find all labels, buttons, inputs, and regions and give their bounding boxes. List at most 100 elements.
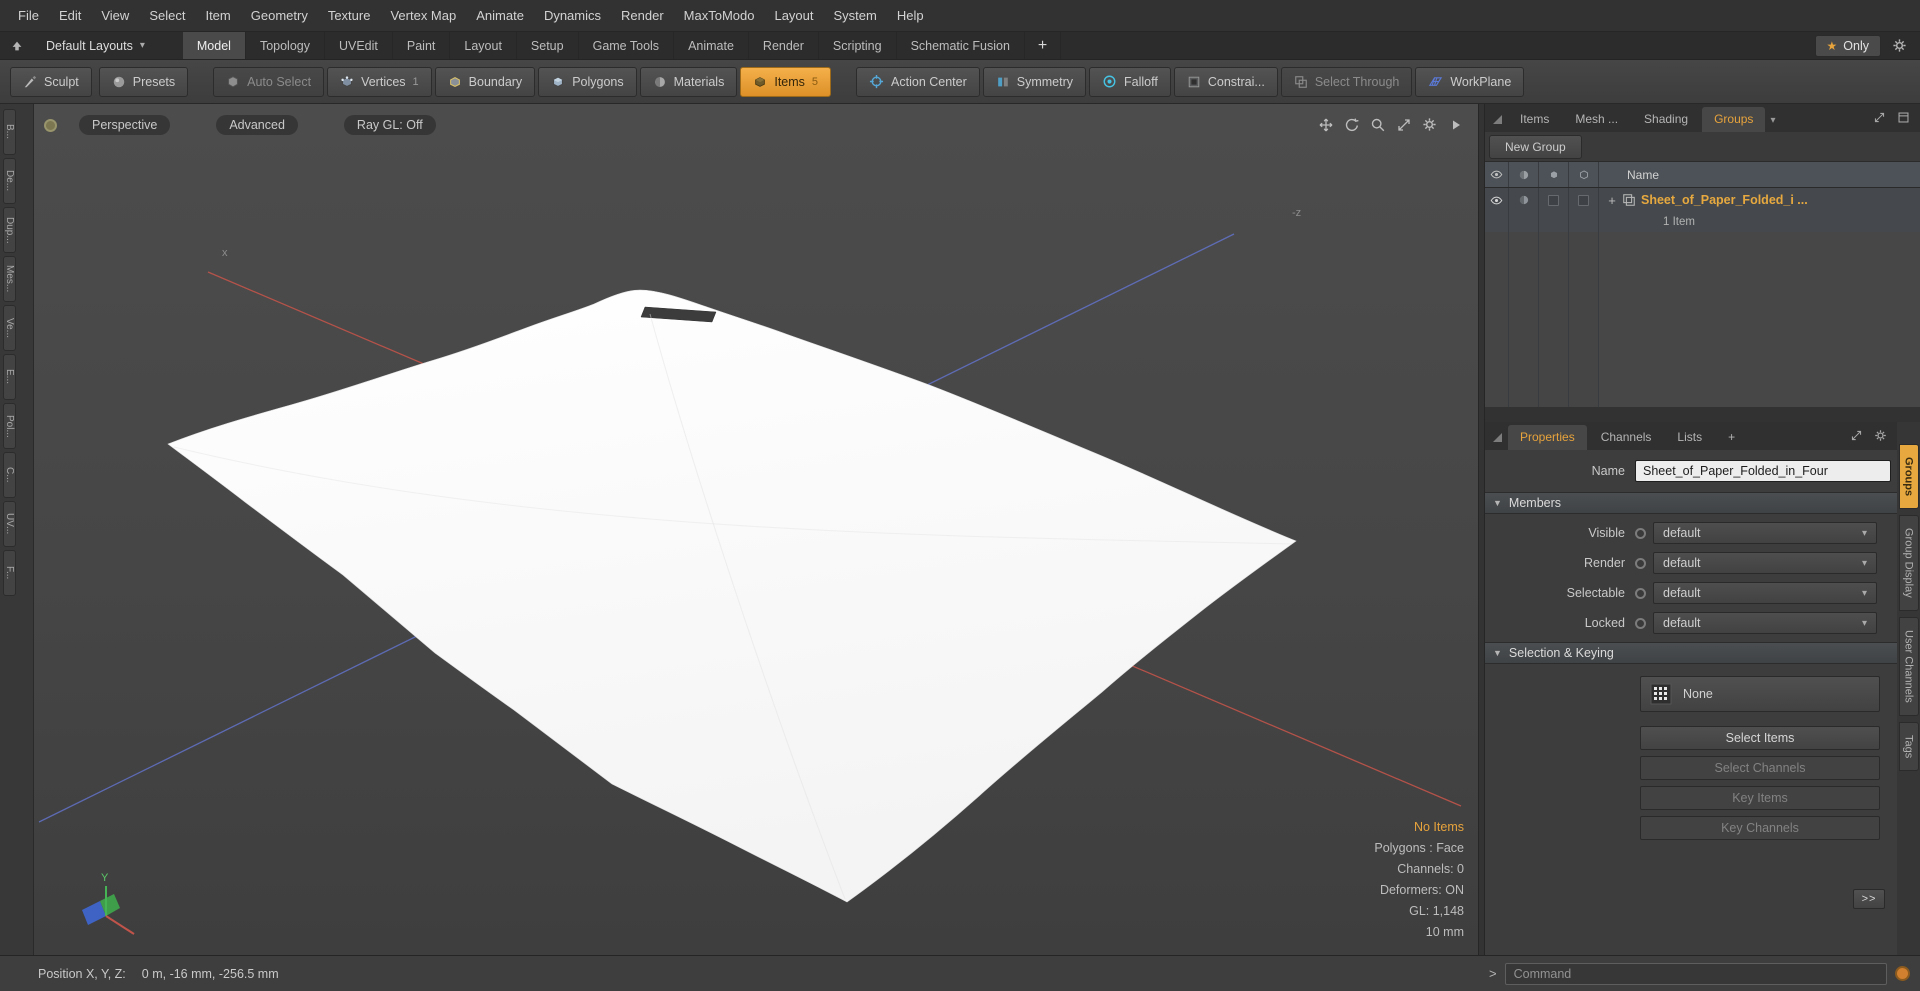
menu-dynamics[interactable]: Dynamics [534, 3, 611, 28]
symmetry-button[interactable]: Symmetry [982, 66, 1087, 97]
tab-game-tools[interactable]: Game Tools [579, 32, 675, 59]
side-tab-tags[interactable]: Tags [1898, 721, 1919, 771]
falloff-button[interactable]: Falloff [1089, 66, 1171, 97]
left-tab-polygon[interactable]: Pol... [3, 403, 16, 449]
left-tab-edge[interactable]: E... [3, 354, 16, 400]
command-input[interactable] [1504, 962, 1887, 985]
row-select-toggle[interactable] [1569, 188, 1599, 212]
row-lock-toggle[interactable] [1539, 188, 1569, 212]
tab-animate[interactable]: Animate [674, 32, 749, 59]
panel-more-button[interactable]: >> [1853, 889, 1885, 909]
axis-gizmo[interactable]: Y [82, 872, 135, 935]
menu-maxtomodo[interactable]: MaxToModo [674, 3, 765, 28]
render-override-toggle[interactable] [1635, 557, 1646, 569]
maximize-icon[interactable] [1395, 116, 1412, 133]
group-name-input[interactable] [1635, 460, 1891, 482]
menu-select[interactable]: Select [139, 3, 195, 28]
viewport-projection-button[interactable]: Perspective [79, 115, 171, 135]
tab-shading[interactable]: Shading [1632, 107, 1700, 132]
tab-items-list[interactable]: Items [1508, 107, 1561, 132]
tab-schematic-fusion[interactable]: Schematic Fusion [897, 32, 1025, 59]
menu-view[interactable]: View [91, 3, 139, 28]
members-section-header[interactable]: ▼ Members [1485, 492, 1897, 514]
left-tab-uv[interactable]: UV... [3, 501, 16, 547]
tab-scripting[interactable]: Scripting [819, 32, 897, 59]
menu-file[interactable]: File [8, 3, 49, 28]
workplane-button[interactable]: WorkPlane [1415, 66, 1525, 97]
visible-override-toggle[interactable] [1635, 527, 1646, 539]
selectable-dropdown[interactable]: default ▾ [1653, 582, 1877, 604]
presets-button[interactable]: Presets [98, 66, 189, 97]
orbit-icon[interactable] [1343, 116, 1360, 133]
tab-groups[interactable]: Groups [1702, 107, 1766, 132]
boundary-mode-button[interactable]: Boundary [434, 66, 536, 97]
key-channels-button[interactable]: Key Channels [1640, 816, 1880, 840]
viewport-3d-scene[interactable]: x -z Y [34, 104, 1478, 955]
materials-mode-button[interactable]: Materials [639, 66, 738, 97]
group-list-row[interactable]: + Sheet_of_Paper_Folded_i ... [1485, 188, 1920, 212]
locked-override-toggle[interactable] [1635, 617, 1646, 629]
side-tab-user-channels[interactable]: User Channels [1898, 616, 1919, 716]
tab-overflow-chevron-icon[interactable]: ▾ [1767, 115, 1778, 132]
selection-keying-section-header[interactable]: ▼ Selection & Keying [1485, 642, 1897, 664]
tab-topology[interactable]: Topology [246, 32, 325, 59]
sculpt-button[interactable]: Sculpt [10, 66, 92, 97]
panel-corner-icon[interactable] [1493, 115, 1502, 124]
panel-expand-icon[interactable] [1871, 109, 1888, 126]
props-gear-icon[interactable] [1872, 427, 1889, 444]
panel-detach-icon[interactable] [1895, 109, 1912, 126]
select-through-button[interactable]: Select Through [1280, 66, 1413, 97]
list-empty-area[interactable] [1485, 232, 1920, 407]
viewport-3d[interactable]: x -z Y Perspective Advanced Ray GL: Off … [34, 104, 1478, 955]
left-tab-vertex[interactable]: Ve... [3, 305, 16, 351]
tab-layout[interactable]: Layout [450, 32, 517, 59]
left-tab-curve[interactable]: C... [3, 452, 16, 498]
row-eye-icon[interactable] [1485, 188, 1509, 212]
select-items-button[interactable]: Select Items [1640, 726, 1880, 750]
selectable-override-toggle[interactable] [1635, 587, 1646, 599]
row-expander-icon[interactable]: + [1607, 193, 1617, 208]
left-tab-falloff[interactable]: F... [3, 550, 16, 596]
tab-properties[interactable]: Properties [1508, 425, 1587, 450]
menu-geometry[interactable]: Geometry [241, 3, 318, 28]
action-center-button[interactable]: Action Center [856, 66, 980, 97]
left-tab-duplicate[interactable]: Dup... [3, 207, 16, 253]
menu-help[interactable]: Help [887, 3, 934, 28]
viewport-gear-icon[interactable] [1421, 116, 1438, 133]
tab-uvedit[interactable]: UVEdit [325, 32, 393, 59]
side-tab-group-display[interactable]: Group Display [1898, 515, 1919, 611]
viewport-raygl-button[interactable]: Ray GL: Off [343, 115, 436, 135]
layout-selector[interactable]: Default Layouts ▾ [34, 32, 157, 59]
pan-icon[interactable] [1317, 116, 1334, 133]
items-mode-button[interactable]: Items 5 [740, 66, 832, 97]
zoom-icon[interactable] [1369, 116, 1386, 133]
menu-texture[interactable]: Texture [318, 3, 381, 28]
key-items-button[interactable]: Key Items [1640, 786, 1880, 810]
tab-setup[interactable]: Setup [517, 32, 579, 59]
horizontal-splitter[interactable] [1485, 407, 1920, 422]
locked-dropdown[interactable]: default ▾ [1653, 612, 1877, 634]
menu-animate[interactable]: Animate [466, 3, 534, 28]
menu-edit[interactable]: Edit [49, 3, 91, 28]
menu-vertex-map[interactable]: Vertex Map [380, 3, 466, 28]
play-icon[interactable] [1447, 116, 1464, 133]
tab-render[interactable]: Render [749, 32, 819, 59]
layout-home-button[interactable] [0, 32, 34, 59]
channel-set-none-button[interactable]: None [1640, 676, 1880, 712]
constraints-button[interactable]: Constrai... [1173, 66, 1278, 97]
paper-mesh[interactable] [167, 289, 1297, 903]
menu-render[interactable]: Render [611, 3, 674, 28]
command-history-icon[interactable] [1895, 966, 1910, 981]
tab-model[interactable]: Model [182, 32, 246, 59]
only-button[interactable]: ★ Only [1814, 34, 1881, 57]
viewport-options-dot[interactable] [44, 118, 57, 132]
render-dropdown[interactable]: default ▾ [1653, 552, 1877, 574]
menu-system[interactable]: System [824, 3, 887, 28]
polygons-mode-button[interactable]: Polygons [538, 66, 637, 97]
auto-select-button[interactable]: Auto Select [213, 66, 325, 97]
menu-item[interactable]: Item [195, 3, 240, 28]
menu-layout[interactable]: Layout [764, 3, 823, 28]
side-tab-groups[interactable]: Groups [1898, 444, 1919, 510]
tab-lists[interactable]: Lists [1665, 425, 1714, 450]
settings-gear-icon[interactable] [1891, 37, 1908, 54]
